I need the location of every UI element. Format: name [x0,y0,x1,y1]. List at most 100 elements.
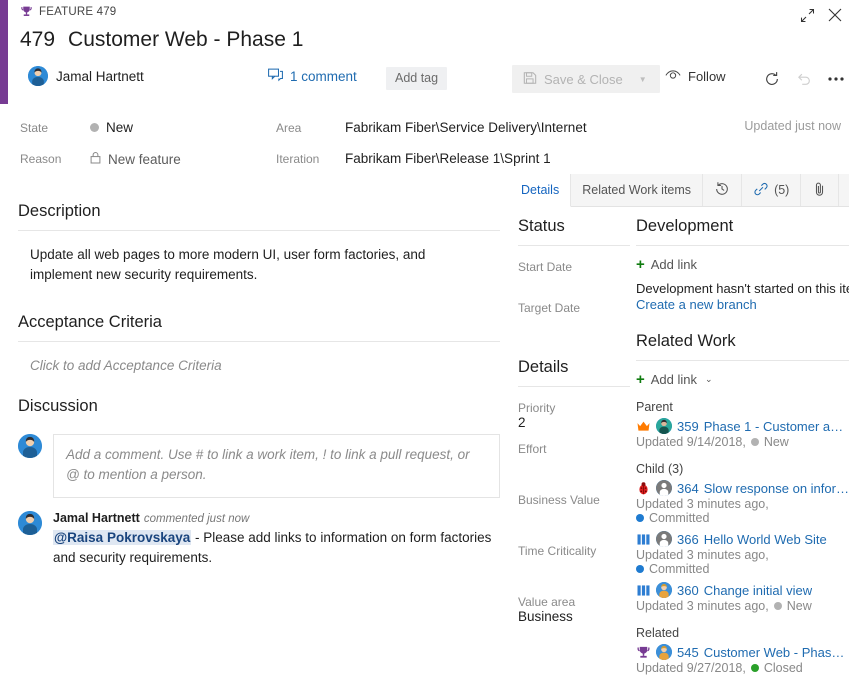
related-list-item[interactable]: 364 Slow response on inform... Updated 3… [636,480,849,525]
follow-button[interactable]: Follow [665,68,726,84]
state-text: New [106,120,134,135]
related-group: Child (3) 364 Slow response on inform...… [636,462,849,613]
details-rule [518,386,630,387]
priority-value: 2 [518,415,526,430]
state-dot-icon [750,664,759,672]
description-heading: Description [18,202,101,220]
area-label: Area [276,121,302,135]
tab-details[interactable]: Details [510,174,572,207]
restore-down-button[interactable] [794,2,820,28]
related-item-id[interactable]: 364 [677,481,699,496]
related-item-id[interactable]: 360 [677,583,699,598]
related-item-title[interactable]: Change initial view [704,583,812,598]
chevron-down-icon[interactable]: ▼ [635,75,660,84]
plus-icon: + [636,371,645,388]
related-item-state: New [750,435,789,449]
business-value-field[interactable]: Business Value [518,493,630,526]
related-item-id[interactable]: 545 [677,645,699,660]
mention-chip[interactable]: @Raisa Pokrovskaya [53,530,192,545]
related-item-title[interactable]: Customer Web - Phase 1 [704,645,849,660]
related-item-title-row: 364 Slow response on inform... [636,480,849,496]
discussion-heading: Discussion [18,397,98,415]
related-item-updated: Updated 9/14/2018, [636,435,746,449]
form-tabs: Details Related Work items (5) [510,174,849,207]
related-item-title-row: 359 Phase 1 - Customer acce... [636,418,849,434]
comment-header: Jamal Hartnett commented just now [53,511,500,525]
create-new-branch-link[interactable]: Create a new branch [636,297,849,312]
related-work-add-link-button[interactable]: + Add link ⌄ [636,372,849,387]
description-body[interactable]: Update all web pages to more modern UI, … [18,231,500,285]
close-button[interactable] [822,2,848,28]
related-item-updated: Updated 9/27/2018, [636,661,746,675]
details-right-column: Development + Add link Development hasn'… [636,207,849,693]
refresh-button[interactable] [759,66,785,92]
plus-icon: + [636,256,645,273]
related-item-meta: Updated 3 minutes ago, New [636,599,849,613]
value-area-label: Value area [518,595,576,609]
work-item-type-line: FEATURE 479 [20,5,116,18]
related-list-item[interactable]: 366 Hello World Web Site Updated 3 minut… [636,531,849,576]
avatar [656,418,672,434]
related-list-item[interactable]: 545 Customer Web - Phase 1 Updated 9/27/… [636,644,849,675]
iteration-value[interactable]: Fabrikam Fiber\Release 1\Sprint 1 [345,151,551,166]
related-item-state: Committed [636,562,709,576]
time-criticality-value [518,558,630,577]
status-rule [518,245,630,246]
acceptance-criteria-placeholder[interactable]: Click to add Acceptance Criteria [18,342,500,373]
priority-field[interactable]: Priority 2 [518,401,630,434]
work-item-title[interactable]: Customer Web - Phase 1 [68,28,303,52]
development-add-link-button[interactable]: + Add link [636,257,849,272]
assigned-to[interactable]: Jamal Hartnett [28,66,144,86]
area-value[interactable]: Fabrikam Fiber\Service Delivery\Internet [345,120,587,135]
state-dot-icon [90,123,99,132]
related-item-title[interactable]: Hello World Web Site [704,532,827,547]
effort-value [518,456,630,475]
effort-field[interactable]: Effort [518,442,630,475]
undo-button[interactable] [791,66,817,92]
related-item-id[interactable]: 366 [677,532,699,547]
related-item-updated: Updated 3 minutes ago, [636,548,769,562]
save-and-close-button[interactable]: Save & Close ▼ [512,65,660,93]
related-item-meta: Updated 9/27/2018, Closed [636,661,849,675]
priority-label: Priority [518,401,556,415]
work-item-type-accent-bar [0,0,8,104]
avatar [18,511,42,535]
avatar [656,582,672,598]
tab-related-work-items[interactable]: Related Work items [571,174,704,206]
related-list-item[interactable]: 360 Change initial view Updated 3 minute… [636,582,849,613]
target-date-label: Target Date [518,301,581,315]
save-and-close-label: Save & Close [544,71,623,87]
related-item-id[interactable]: 359 [677,419,699,434]
tab-history[interactable] [703,174,743,206]
related-item-title[interactable]: Slow response on inform... [704,481,849,496]
start-date-field[interactable]: Start Date [518,260,630,293]
target-date-field[interactable]: Target Date [518,301,630,334]
eye-icon [665,68,681,84]
avatar [656,644,672,660]
related-item-title[interactable]: Phase 1 - Customer acce... [704,419,849,434]
feature-trophy-icon [20,5,33,18]
more-actions-button[interactable] [823,66,849,92]
related-item-state-label: Committed [649,511,710,525]
state-value[interactable]: New [90,120,133,135]
tab-attachments[interactable] [801,174,840,206]
feature-trophy-icon [636,645,651,660]
related-item-title-row: 360 Change initial view [636,582,849,598]
related-item-updated: Updated 3 minutes ago, [636,497,769,511]
history-icon [714,181,730,200]
value-area-field[interactable]: Value area Business [518,595,630,624]
comment-input[interactable]: Add a comment. Use # to link a work item… [53,434,500,498]
related-item-updated: Updated 3 minutes ago, [636,599,769,613]
chevron-down-icon: ⌄ [705,374,713,384]
tab-links[interactable]: (5) [742,174,802,206]
comment-count-link[interactable]: 1 comment [268,68,357,85]
tab-related-work-items-label: Related Work items [582,183,692,197]
comment-text: @Raisa Pokrovskaya - Please add links to… [53,528,500,568]
page-title: 479 Customer Web - Phase 1 [20,28,303,52]
avatar [28,66,48,86]
related-group: Related 545 Customer Web - Phase 1 Updat… [636,626,849,675]
time-criticality-field[interactable]: Time Criticality [518,544,630,577]
add-tag-button[interactable]: Add tag [386,67,448,90]
related-list-item[interactable]: 359 Phase 1 - Customer acce... Updated 9… [636,418,849,449]
lock-icon [90,151,101,167]
